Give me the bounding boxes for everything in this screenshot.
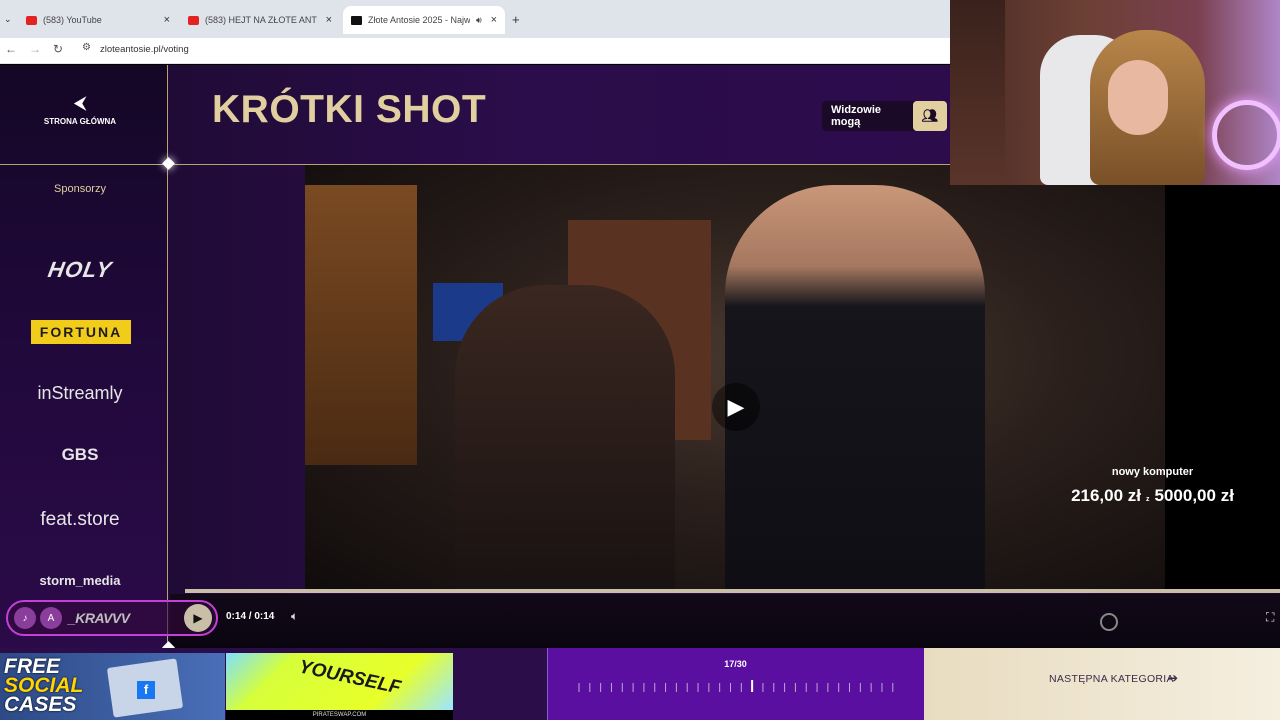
close-tab-icon[interactable]: × [164,14,170,26]
webcam-ring-light [1212,100,1280,170]
home-label: STRONA GŁÓWNA [43,117,117,126]
ad-text: YOURSELF [297,656,403,699]
sidebar [0,65,168,648]
sponsor-instreamly-logo[interactable]: inStreamly [0,383,160,404]
video-time: 0:14 / 0:14 [226,611,275,622]
browser-tab-hejt[interactable]: (583) HEJT NA ZŁOTE ANTOSIE × [180,6,340,34]
donation-separator: z [1146,496,1150,503]
close-tab-icon[interactable]: × [326,14,332,26]
play-icon: ▶ [727,394,745,419]
music-play-button[interactable]: ▶ [184,604,212,632]
interviewer-figure [455,285,675,590]
ad-headline: FREE SOCIAL CASES [4,656,83,716]
donation-current: 216,00 zł [1071,486,1142,505]
artist-avatar: A [40,607,62,629]
tab-label: (583) YouTube [43,15,102,25]
youtube-icon [26,15,37,25]
loading-spinner-icon [1100,613,1118,631]
donation-target: 5000,00 zł [1154,486,1234,505]
tab-label: (583) HEJT NA ZŁOTE ANTOSIE [205,15,317,25]
sponsors-heading: Sponsorzy [54,183,106,195]
site-favicon-icon [351,15,362,25]
background-wall-panel [305,185,417,465]
play-button[interactable]: ▶ [712,383,760,431]
sponsor-featstore-logo[interactable]: feat.store [0,509,160,531]
url-field[interactable]: zloteantosie.pl/voting [100,44,189,55]
tiktok-icon: ♪ [14,607,36,629]
back-arrow-icon: ⮜ [74,95,86,112]
category-progress-ticks[interactable] [578,680,894,692]
fullscreen-icon[interactable]: ⛶ [1266,610,1274,625]
browser-tab-youtube[interactable]: (583) YouTube × [18,6,178,34]
sponsor-stormmedia-logo[interactable]: storm_media [0,573,160,588]
back-icon[interactable]: ← [5,42,17,56]
sponsor-holy-logo[interactable]: HOLY [0,257,162,283]
users-icon: 👥︎ [913,101,947,131]
video-letterbox [1165,165,1280,590]
close-tab-icon[interactable]: × [491,14,497,26]
speaker-icon[interactable]: 🔊︎ [476,15,482,26]
next-category-label[interactable]: NASTĘPNA KATEGORIA [1049,673,1174,685]
viewers-label: Widzowie mogą [831,104,882,128]
music-artist: _KRAVVV [68,610,130,626]
webcam-streamer-face [1108,60,1168,135]
home-button[interactable]: ⮜ STRONA GŁÓWNA [0,95,160,126]
reload-icon[interactable]: ↻ [53,42,63,56]
ad-banner-social-cases[interactable]: FREE SOCIAL CASES f [0,653,225,720]
category-title: KRÓTKI SHOT [212,88,487,131]
forward-icon[interactable]: → [29,42,41,56]
facebook-icon: f [137,681,155,699]
browser-tab-zlote-antosie[interactable]: Złote Antosie 2025 - Najwię 🔊︎ × [343,6,505,34]
video-frame[interactable] [305,165,1165,590]
site-info-icon[interactable]: ⚙ [82,42,91,53]
sponsor-fortuna-logo[interactable]: FORTUNA [31,320,131,344]
sponsor-gbs-logo[interactable]: GBS [0,445,160,465]
interviewee-figure [725,185,985,590]
donation-goal-values: 216,00 zł z 5000,00 zł [1050,486,1255,506]
ad-banner-pirateswap[interactable]: YOURSELF [226,653,453,710]
volume-icon[interactable]: 🔈︎ [291,609,298,624]
category-progress-count: 17/30 [724,659,747,669]
webcam-shelf [950,0,1005,185]
arrow-right-icon[interactable]: ➔ [1168,671,1178,685]
tab-label: Złote Antosie 2025 - Najwię [368,15,470,25]
ad-caption: PIRATESWAP.COM [226,710,453,720]
tab-list-chevron-icon[interactable]: ⌄ [4,14,12,25]
music-widget: ♪ A _KRAVVV ▶ [6,600,218,636]
donation-goal-label: nowy komputer [1111,466,1194,478]
youtube-icon [188,15,199,25]
webcam-overlay [950,0,1280,185]
ad-line: CASES [4,693,77,716]
video-seekbar[interactable] [185,589,1280,593]
viewers-can-vote-badge[interactable]: Widzowie mogą 👥︎ [822,101,947,131]
new-tab-button[interactable]: + [512,12,520,27]
